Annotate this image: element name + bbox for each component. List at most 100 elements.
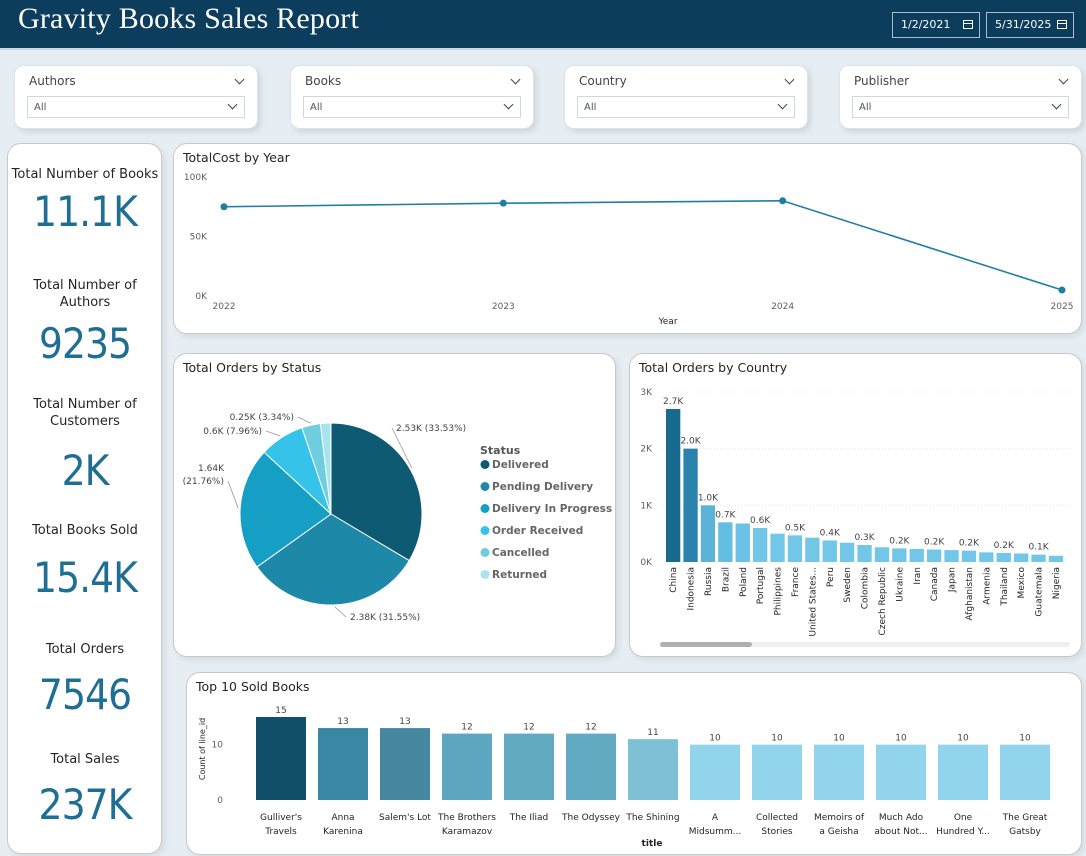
chevron-down-icon [1051, 99, 1062, 110]
x-tick-label: a Geisha [819, 827, 858, 837]
orders-by-status-panel: Total Orders by Status 2.53K (33.53%) 2.3… [173, 353, 616, 657]
legend-item: Delivered [492, 459, 549, 471]
data-point [220, 203, 228, 211]
x-tick-label: Memoirs of [814, 813, 865, 823]
chevron-down-icon[interactable] [234, 74, 245, 85]
bar [666, 409, 681, 562]
legend-title: Status [480, 444, 521, 457]
chevron-down-icon [503, 99, 514, 110]
bar-data-label: 10 [1019, 734, 1031, 744]
top-sold-books-panel: Top 10 Sold Books 0 10 Count of line_id 15 G… [186, 672, 1082, 855]
bar-data-label: 15 [275, 706, 286, 716]
bar-data-label: 0.5K [785, 523, 806, 533]
x-tick-label: Brazil [721, 567, 731, 592]
chevron-down-icon[interactable] [784, 74, 795, 85]
x-tick-label: Karamazov [442, 827, 493, 837]
x-tick-label: Midsumm... [689, 827, 742, 837]
calendar-icon [963, 20, 973, 29]
legend-item: Order Received [492, 525, 583, 537]
data-point [779, 197, 787, 205]
bar [1031, 554, 1046, 562]
x-tick-label: Much Ado [879, 813, 924, 823]
bar [938, 744, 988, 800]
y-tick-label: 10 [212, 741, 224, 751]
bar [683, 448, 698, 562]
y-tick-label: 0K [640, 558, 653, 568]
x-tick-label: Mexico [1017, 567, 1027, 599]
kpi-total-customers: Total Number of Customers 2K [33, 397, 137, 495]
bar [380, 728, 430, 800]
bar-data-label: 1.0K [698, 493, 719, 503]
books-dropdown[interactable]: All [303, 96, 521, 118]
x-tick-label: Sweden [843, 567, 853, 603]
x-tick-label: The Shining [625, 813, 679, 823]
x-tick-label: Salem's Lot [379, 813, 431, 823]
bar [1000, 744, 1050, 800]
x-tick-label: Anna [331, 813, 354, 823]
kpi-total-orders: Total Orders 7546 [38, 642, 132, 719]
authors-slicer: Authors All [14, 65, 258, 129]
slice-label: 0.6K (7.96%) [203, 427, 262, 437]
start-date-input[interactable]: 1/2/2021 [892, 12, 980, 38]
end-date-input[interactable]: 5/31/2025 [986, 12, 1074, 38]
bar [256, 717, 306, 800]
x-tick-label: Hundred Y... [936, 827, 990, 837]
x-tick-label: Ukraine [895, 567, 905, 602]
bar-data-label: 12 [461, 723, 472, 733]
x-tick-label: Collected [756, 813, 798, 823]
bar [961, 550, 977, 562]
bar [628, 739, 678, 800]
leader-line [297, 416, 311, 424]
x-tick-label: Peru [826, 567, 836, 587]
chevron-down-icon[interactable] [510, 74, 521, 85]
bar [566, 733, 616, 800]
bar [909, 548, 924, 562]
x-tick-label: One [954, 813, 973, 823]
slice-label: 0.25K (3.34%) [230, 413, 294, 423]
x-tick-label: Thailand [1000, 567, 1010, 607]
y-tick-label: 100K [184, 173, 208, 183]
x-tick-label: Colombia [861, 567, 871, 609]
leader-line [334, 606, 347, 618]
kpi-total-authors: Total Number of Authors 9235 [33, 278, 137, 368]
x-axis-title: title [642, 839, 663, 849]
x-tick-label: Portugal [756, 567, 766, 604]
legend-marker [480, 460, 490, 469]
x-tick-label: Afghanistan [965, 567, 975, 621]
bar-data-label: 11 [647, 728, 658, 738]
bar [840, 542, 855, 562]
slicer-label: Authors [29, 74, 76, 88]
bar-data-label: 10 [771, 734, 783, 744]
authors-dropdown[interactable]: All [27, 96, 245, 118]
bar [927, 549, 942, 562]
bar-data-label: 10 [709, 734, 721, 744]
bar [814, 744, 864, 800]
bar [805, 537, 820, 562]
x-tick-label: Travels [264, 827, 297, 837]
x-tick-label: Nigeria [1052, 567, 1062, 599]
bar-data-label: 10 [895, 734, 907, 744]
bar [822, 540, 837, 562]
bar [504, 733, 554, 800]
country-dropdown[interactable]: All [577, 96, 795, 118]
x-tick-label: 2025 [1051, 302, 1074, 312]
bar-data-label: 0.2K [994, 541, 1015, 551]
publisher-dropdown[interactable]: All [852, 96, 1069, 118]
bar-data-label: 10 [833, 734, 845, 744]
kpi-total-sales: Total Sales 237K [38, 752, 133, 829]
y-axis-title: Count of line_id [198, 718, 207, 780]
chevron-down-icon[interactable] [1058, 74, 1069, 85]
x-tick-label: The Great [1002, 813, 1048, 823]
x-tick-label: Japan [948, 567, 958, 593]
x-axis-title: Year [657, 317, 677, 327]
legend-item: Returned [492, 569, 547, 581]
bar [690, 744, 740, 800]
books-bar-chart: 0 10 Count of line_id 15 Gulliver's Travels 13… [198, 706, 1050, 849]
country-bar-chart: 0K 1K 2K 3K 2.7K China 2.0K Indonesia 1.0K Russia… [640, 388, 1070, 647]
bar-data-label: 0.2K [959, 539, 980, 549]
x-tick-label: Czech Republic [878, 567, 888, 636]
bar [318, 728, 368, 800]
y-tick-label: 50K [190, 233, 208, 243]
bar-data-label: 0.7K [715, 510, 736, 520]
bar [442, 733, 492, 800]
